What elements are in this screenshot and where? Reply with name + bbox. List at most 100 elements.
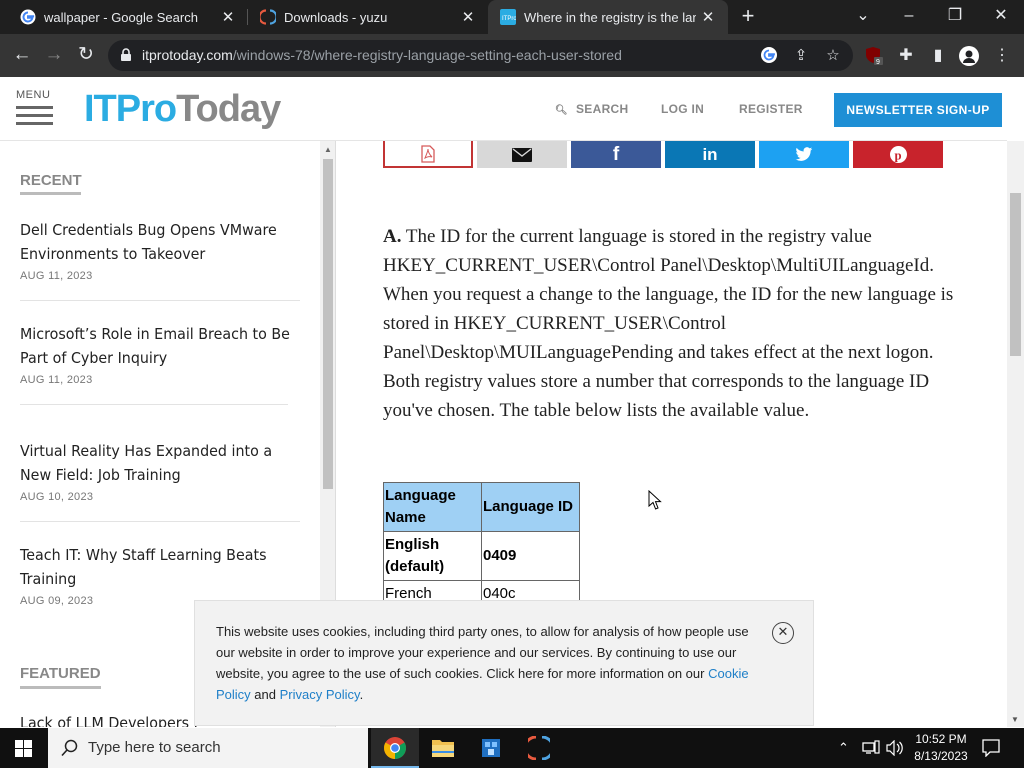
- tab-downloads-yuzu[interactable]: Downloads - yuzu ✕: [248, 0, 488, 34]
- scroll-up-arrow-icon[interactable]: ▲: [324, 145, 332, 154]
- taskbar-clock[interactable]: 10:52 PM 8/13/2023: [906, 731, 976, 765]
- yuzu-icon: [260, 9, 276, 25]
- scrollbar-thumb[interactable]: [1010, 193, 1021, 356]
- tab-google-search[interactable]: wallpaper - Google Search ✕: [8, 0, 248, 34]
- article-date: AUG 11, 2023: [20, 374, 93, 386]
- search-placeholder: Type here to search: [88, 739, 221, 756]
- close-icon[interactable]: ✕: [696, 8, 720, 26]
- taskbar-app-blue[interactable]: [467, 728, 515, 768]
- restore-button[interactable]: ❐: [932, 0, 978, 34]
- minimize-button[interactable]: –: [886, 0, 932, 34]
- table-row: English (default) 0409: [383, 531, 580, 581]
- new-tab-button[interactable]: +: [736, 5, 760, 29]
- article-title[interactable]: Dell Credentials Bug Opens VMware Enviro…: [20, 218, 296, 266]
- cookie-consent-banner: This website uses cookies, including thi…: [194, 600, 814, 726]
- share-icon[interactable]: ⇪: [791, 46, 811, 66]
- sidebar-article[interactable]: Microsoft’s Role in Email Breach to Be P…: [20, 322, 300, 386]
- ublock-extension-icon[interactable]: 9: [864, 46, 884, 66]
- bookmark-star-icon[interactable]: ☆: [823, 46, 843, 66]
- tab-title: Where in the registry is the langu: [524, 9, 696, 25]
- article-date: AUG 10, 2023: [20, 491, 94, 503]
- taskbar-search-box[interactable]: Type here to search: [48, 728, 368, 768]
- reload-icon[interactable]: ↻: [73, 43, 99, 69]
- tray-expand-chevron-icon[interactable]: ⌃: [838, 728, 854, 768]
- taskbar-file-explorer[interactable]: [419, 728, 467, 768]
- google-lens-icon[interactable]: [759, 46, 779, 66]
- browser-tab-strip: wallpaper - Google Search ✕ Downloads - …: [0, 0, 1024, 34]
- table-header-cell: Language Name: [383, 482, 482, 532]
- search-icon: [61, 739, 78, 757]
- itpro-icon: ITPro: [500, 9, 516, 25]
- side-panel-icon[interactable]: ▮: [928, 46, 948, 66]
- register-link[interactable]: REGISTER: [739, 102, 803, 116]
- svg-text:ITPro: ITPro: [502, 16, 516, 22]
- site-logo[interactable]: ITProToday: [84, 87, 281, 131]
- chrome-icon: [384, 737, 406, 759]
- pdf-icon: [385, 141, 471, 166]
- sidebar-article[interactable]: Dell Credentials Bug Opens VMware Enviro…: [20, 218, 300, 282]
- facebook-icon: f: [612, 143, 620, 165]
- svg-text:p: p: [894, 148, 901, 162]
- tab-title: wallpaper - Google Search: [44, 9, 198, 25]
- profile-avatar-icon[interactable]: [959, 46, 979, 66]
- taskbar-chrome[interactable]: [371, 728, 419, 768]
- facebook-share-button[interactable]: f: [571, 141, 661, 168]
- back-arrow-icon[interactable]: ←: [9, 43, 35, 69]
- close-icon[interactable]: ✕: [456, 8, 480, 26]
- article-title[interactable]: Teach IT: Why Staff Learning Beats Train…: [20, 543, 296, 591]
- folder-icon: [432, 740, 454, 757]
- tab-itpro-article[interactable]: ITPro Where in the registry is the langu…: [488, 0, 728, 34]
- tab-search-chevron-icon[interactable]: ⌄: [840, 0, 886, 34]
- login-link[interactable]: LOG IN: [661, 102, 704, 116]
- address-bar[interactable]: itprotoday.com/windows-78/where-registry…: [108, 40, 853, 71]
- twitter-share-button[interactable]: [759, 141, 849, 168]
- url-text: itprotoday.com/windows-78/where-registry…: [142, 47, 622, 63]
- windows-logo-icon: [15, 740, 32, 757]
- close-icon[interactable]: ✕: [772, 622, 794, 644]
- close-window-button[interactable]: ✕: [978, 0, 1024, 34]
- mouse-cursor-icon: [648, 490, 662, 510]
- search-link[interactable]: 🔍︎ SEARCH: [555, 102, 628, 116]
- tab-title: Downloads - yuzu: [284, 9, 388, 25]
- article-title[interactable]: Virtual Reality Has Expanded into a New …: [20, 439, 296, 487]
- scrollbar-thumb[interactable]: [323, 159, 333, 489]
- notification-center-icon[interactable]: [982, 728, 1000, 768]
- network-icon[interactable]: [862, 728, 880, 768]
- pinterest-share-button[interactable]: p: [853, 141, 943, 168]
- pdf-share-button[interactable]: [383, 141, 473, 168]
- pinterest-icon: p: [853, 141, 943, 168]
- article-date: AUG 11, 2023: [20, 270, 93, 282]
- site-header: MENU ITProToday 🔍︎ SEARCH LOG IN REGISTER…: [0, 77, 1007, 141]
- forward-arrow-icon[interactable]: →: [41, 43, 67, 69]
- start-button[interactable]: [0, 728, 48, 768]
- email-share-button[interactable]: [477, 141, 567, 168]
- scroll-down-arrow-icon[interactable]: ▼: [1011, 715, 1019, 724]
- clock-time: 10:52 PM: [915, 732, 967, 746]
- article-answer-paragraph: A. The ID for the current language is st…: [383, 222, 963, 425]
- sidebar-article[interactable]: Teach IT: Why Staff Learning Beats Train…: [20, 543, 300, 607]
- volume-icon[interactable]: [886, 728, 904, 768]
- extensions-puzzle-icon[interactable]: ✚: [896, 46, 916, 66]
- table-cell: 0409: [481, 531, 580, 581]
- linkedin-share-button[interactable]: in: [665, 141, 755, 168]
- twitter-bird-icon: [759, 141, 849, 168]
- lock-icon: [121, 48, 131, 61]
- privacy-policy-link[interactable]: Privacy Policy: [280, 687, 360, 702]
- newsletter-signup-button[interactable]: NEWSLETTER SIGN-UP: [834, 93, 1002, 127]
- close-icon[interactable]: ✕: [216, 8, 240, 26]
- article-title[interactable]: Microsoft’s Role in Email Breach to Be P…: [20, 322, 296, 370]
- yuzu-icon: [528, 736, 550, 760]
- windows-taskbar: Type here to search ⌃ 10:52 PM 8/13/2023: [0, 728, 1024, 768]
- answer-label: A.: [383, 226, 402, 247]
- table-cell: English (default): [383, 531, 482, 581]
- sidebar-article[interactable]: Virtual Reality Has Expanded into a New …: [20, 439, 300, 503]
- cookie-text: This website uses cookies, including thi…: [216, 624, 749, 702]
- page-scrollbar[interactable]: ▼: [1007, 141, 1024, 727]
- menu-button[interactable]: MENU: [16, 89, 56, 125]
- envelope-icon: [477, 141, 567, 168]
- kebab-menu-icon[interactable]: ⋮: [992, 46, 1012, 66]
- menu-label: MENU: [16, 89, 51, 101]
- network-app-icon: [482, 739, 500, 757]
- taskbar-yuzu[interactable]: [515, 728, 563, 768]
- clock-date: 8/13/2023: [914, 749, 968, 763]
